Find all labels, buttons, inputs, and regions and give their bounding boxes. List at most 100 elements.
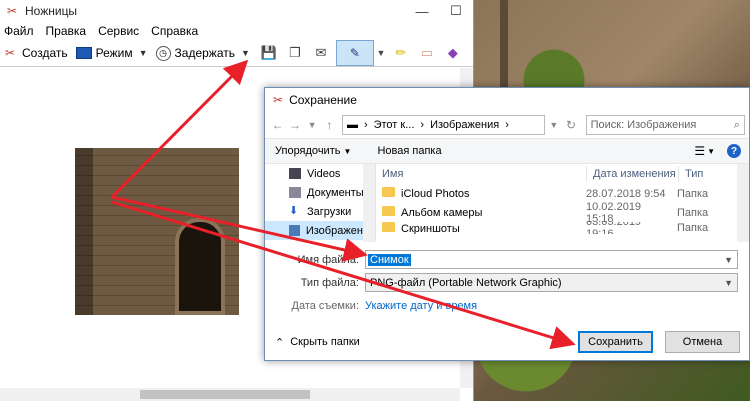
copy-icon[interactable]: ❐	[284, 42, 306, 64]
file-name-cell: iCloud Photos	[376, 187, 580, 200]
window-arch	[175, 218, 225, 315]
new-folder-button[interactable]: Новая папка	[377, 145, 441, 157]
search-icon: ⌕	[733, 118, 740, 131]
chevron-right-icon: ›	[363, 119, 368, 131]
file-date: 28.07.2018 9:54	[586, 187, 666, 200]
menu-edit[interactable]: Правка	[46, 24, 87, 38]
create-label: Создать	[22, 46, 68, 60]
delay-label: Задержать	[174, 46, 235, 60]
chevron-down-icon[interactable]: ▼	[545, 120, 562, 130]
chevron-down-icon[interactable]: ▼	[376, 42, 386, 64]
search-input[interactable]: Поиск: Изображения ⌕	[585, 115, 745, 135]
save-icon[interactable]: 💾	[258, 42, 280, 64]
back-icon[interactable]: ←	[269, 118, 286, 132]
window-title: Ножницы	[25, 4, 78, 18]
refresh-icon[interactable]: ↻	[562, 118, 579, 132]
minimize-button[interactable]: —	[405, 4, 439, 19]
filename-value: Снимок	[368, 253, 411, 266]
column-headers: Имя Дата изменения Тип	[376, 164, 749, 184]
pen-button[interactable]: ✎	[335, 40, 374, 66]
column-name[interactable]: Имя	[376, 166, 587, 182]
chevron-right-icon: ›	[505, 119, 509, 131]
toolbar: ✂ Создать Режим ▼ ◷ Задержать ▼ 💾 ❐ ✉ ✎ …	[0, 40, 473, 67]
file-type: Папка	[677, 206, 709, 219]
filetype-row: Тип файла: PNG-файл (Portable Network Gr…	[265, 271, 749, 294]
nav-item-videos[interactable]: Videos	[265, 164, 375, 183]
title-bar: ✂ Ножницы — ☐	[0, 0, 473, 22]
up-icon[interactable]: ↑	[321, 118, 338, 132]
pen-icon: ✎	[349, 46, 360, 60]
cancel-button[interactable]: Отмена	[665, 331, 740, 353]
view-controls: ☰ ▼ ?	[694, 144, 741, 158]
mode-button[interactable]: Режим ▼	[75, 42, 148, 64]
file-row[interactable]: Скриншоты 03.05.2019 19:16 Папка	[376, 222, 749, 234]
forward-icon[interactable]: →	[286, 118, 303, 132]
save-form: Имя файла: Снимок ▼ Тип файла: PNG-файл …	[265, 242, 749, 317]
hide-folders-button[interactable]: ⌃ Скрыть папки	[275, 336, 360, 349]
file-date: 03.05.2019 19:16	[586, 222, 642, 234]
scroll-thumb[interactable]	[140, 390, 310, 399]
file-name: Скриншоты	[401, 222, 460, 235]
filetype-value: PNG-файл (Portable Network Graphic)	[370, 276, 562, 289]
filetype-label: Тип файла:	[300, 276, 359, 289]
nav-label: Загрузки	[307, 205, 352, 218]
filename-input[interactable]: Снимок ▼	[365, 250, 738, 269]
highlighter-icon[interactable]: ✏	[390, 42, 412, 64]
create-button[interactable]: ✂ Создать	[2, 42, 68, 64]
filename-row: Имя файла: Снимок ▼	[265, 248, 749, 271]
breadcrumb-this-pc[interactable]: Этот к...	[374, 119, 415, 131]
nav-label: Документы	[307, 186, 364, 199]
send-email-icon[interactable]: ✉	[310, 42, 332, 64]
breadcrumb[interactable]: ▬ › Этот к... › Изображения ›	[341, 115, 546, 135]
snip-image	[75, 148, 239, 315]
file-scrollbar[interactable]	[737, 164, 749, 242]
column-type[interactable]: Тип	[679, 166, 715, 182]
nav-label: Videos	[307, 167, 341, 180]
clock-icon: ◷	[155, 45, 171, 61]
view-icon[interactable]: ☰	[694, 144, 705, 158]
browser-panes: Videos Документы ⬇ Загрузки Изображения И…	[265, 164, 749, 242]
mode-icon	[75, 47, 92, 59]
save-button[interactable]: Сохранить	[578, 331, 653, 353]
horizontal-scrollbar[interactable]	[0, 388, 460, 401]
date-link[interactable]: Укажите дату и время	[365, 300, 477, 312]
file-list: Имя Дата изменения Тип iCloud Photos 28.…	[376, 164, 749, 242]
menu-file[interactable]: Файл	[4, 24, 34, 38]
chevron-down-icon[interactable]: ▼	[724, 255, 733, 265]
file-row[interactable]: Альбом камеры 10.02.2019 15:18 Папка	[376, 201, 749, 225]
delay-button[interactable]: ◷ Задержать ▼	[155, 42, 250, 64]
filetype-select[interactable]: PNG-файл (Portable Network Graphic) ▼	[365, 273, 738, 292]
menu-bar: Файл Правка Сервис Справка	[0, 22, 473, 40]
nav-item-pictures[interactable]: Изображения	[265, 221, 375, 240]
chevron-down-icon: ▼	[343, 147, 352, 156]
chevron-right-icon: ›	[420, 119, 425, 131]
chevron-down-icon[interactable]: ▼	[241, 48, 250, 58]
file-name: iCloud Photos	[401, 188, 470, 200]
maximize-button[interactable]: ☐	[439, 3, 473, 19]
command-bar: Упорядочить ▼ Новая папка ☰ ▼ ?	[265, 138, 749, 164]
chevron-down-icon[interactable]: ▼	[303, 120, 320, 130]
folder-icon	[382, 187, 395, 197]
file-name: Альбом камеры	[401, 207, 483, 219]
paint3d-icon[interactable]: ◆	[442, 42, 464, 64]
breadcrumb-pictures[interactable]: Изображения	[430, 119, 499, 131]
dialog-footer: ⌃ Скрыть папки Сохранить Отмена	[265, 324, 749, 360]
chevron-down-icon[interactable]: ▼	[139, 48, 148, 58]
date-label: Дата съемки:	[291, 299, 359, 312]
pictures-icon	[289, 225, 300, 236]
address-bar: ← → ▼ ↑ ▬ › Этот к... › Изображения › ▼ …	[265, 112, 749, 138]
chevron-down-icon[interactable]: ▼	[707, 147, 715, 156]
date-row: Дата съемки: Укажите дату и время	[265, 294, 749, 317]
nav-item-documents[interactable]: Документы	[265, 183, 375, 202]
filename-label: Имя файла:	[297, 253, 359, 266]
nav-scrollbar[interactable]	[363, 164, 375, 242]
file-name-cell: Альбом камеры	[376, 206, 580, 219]
menu-service[interactable]: Сервис	[98, 24, 139, 38]
organize-button[interactable]: Упорядочить ▼	[275, 145, 351, 157]
help-icon[interactable]: ?	[727, 144, 741, 158]
menu-help[interactable]: Справка	[151, 24, 198, 38]
column-date[interactable]: Дата изменения	[587, 166, 679, 182]
nav-item-downloads[interactable]: ⬇ Загрузки	[265, 202, 375, 221]
eraser-icon[interactable]: ▭	[416, 42, 438, 64]
file-row[interactable]: iCloud Photos 28.07.2018 9:54 Папка	[376, 184, 749, 203]
